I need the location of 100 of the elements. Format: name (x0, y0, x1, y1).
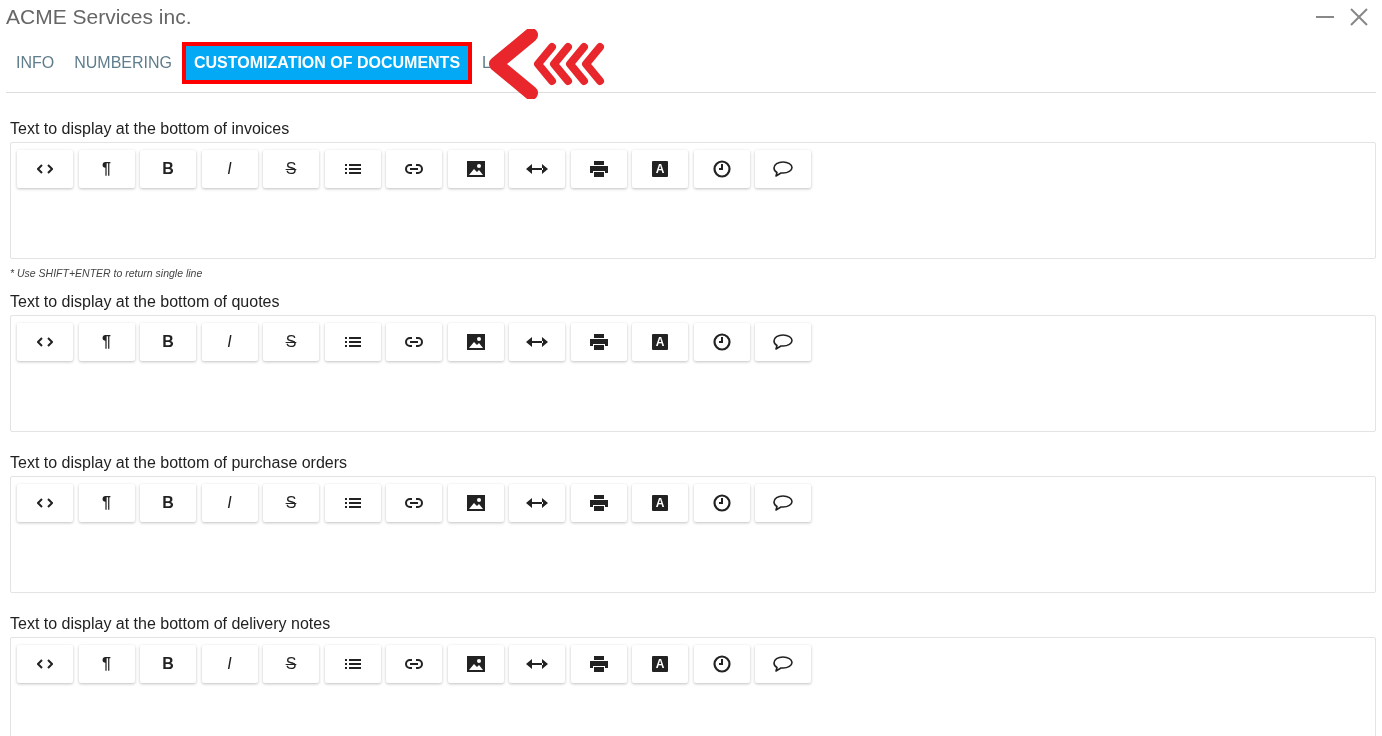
printer-icon (589, 161, 608, 177)
printer-icon (589, 334, 608, 350)
printer-icon (589, 656, 608, 672)
image-button[interactable] (447, 150, 504, 188)
list-icon (344, 163, 361, 175)
image-button[interactable] (447, 484, 504, 522)
printer-icon (589, 495, 608, 511)
format-button[interactable]: ¶ (78, 150, 135, 188)
list-button[interactable] (324, 150, 381, 188)
print-button[interactable] (570, 150, 627, 188)
width-button[interactable] (509, 150, 565, 188)
link-icon (405, 498, 423, 508)
comment-button[interactable] (755, 150, 811, 188)
text-editor[interactable]: ¶ B I S A (10, 476, 1376, 593)
editor-label: Text to display at the bottom of purchase orders (10, 454, 349, 472)
link-icon (405, 337, 423, 347)
width-arrows-icon (526, 337, 548, 347)
speech-bubble-icon (773, 161, 793, 177)
format-button[interactable]: B (140, 645, 196, 683)
font-icon: A (652, 656, 668, 672)
code-icon (37, 337, 53, 347)
code-button[interactable] (17, 484, 73, 522)
editor-label: Text to display at the bottom of delivery notes (10, 615, 332, 633)
print-button[interactable] (570, 645, 627, 683)
tab[interactable]: L (472, 48, 501, 78)
code-button[interactable] (17, 323, 73, 361)
print-button[interactable] (570, 484, 627, 522)
clock-icon (712, 160, 731, 178)
italic-button[interactable]: I (201, 323, 258, 361)
image-button[interactable] (447, 645, 504, 683)
text-editor[interactable]: ¶ B I S A (10, 637, 1376, 736)
format-button[interactable]: ¶ (78, 484, 135, 522)
comment-button[interactable] (755, 484, 811, 522)
comment-button[interactable] (755, 645, 811, 683)
code-button[interactable] (17, 150, 73, 188)
time-button[interactable] (693, 323, 750, 361)
width-button[interactable] (509, 323, 565, 361)
width-arrows-icon (526, 164, 548, 174)
tab[interactable]: INFO (6, 48, 65, 78)
list-button[interactable] (324, 645, 381, 683)
image-icon (466, 495, 485, 511)
close-icon[interactable] (1350, 8, 1368, 26)
font-button[interactable]: A (632, 484, 688, 522)
minimize-icon[interactable] (1316, 15, 1334, 19)
width-button[interactable] (509, 484, 565, 522)
time-button[interactable] (693, 645, 750, 683)
italic-button[interactable]: I (201, 484, 258, 522)
clock-icon (712, 333, 731, 351)
font-icon: A (652, 161, 668, 177)
speech-bubble-icon (773, 334, 793, 350)
code-button[interactable] (17, 645, 73, 683)
clock-icon (712, 655, 731, 673)
editor-label: Text to display at the bottom of invoices (10, 120, 291, 138)
format-button[interactable]: B (140, 150, 196, 188)
text-editor[interactable]: ¶ B I S A (10, 142, 1376, 259)
hint-text: * Use SHIFT+ENTER to return single line (10, 267, 204, 279)
link-icon (405, 659, 423, 669)
font-icon: A (652, 495, 668, 511)
width-arrows-icon (526, 498, 548, 508)
strikethrough-button[interactable]: S (263, 323, 319, 361)
format-button[interactable]: ¶ (78, 645, 135, 683)
text-editor[interactable]: ¶ B I S A (10, 315, 1376, 432)
image-icon (466, 656, 485, 672)
code-icon (37, 498, 53, 508)
code-icon (37, 659, 53, 669)
comment-button[interactable] (755, 323, 811, 361)
speech-bubble-icon (773, 656, 793, 672)
clock-icon (712, 494, 731, 512)
list-icon (344, 336, 361, 348)
editor-label: Text to display at the bottom of quotes (10, 293, 281, 311)
image-icon (466, 161, 485, 177)
list-button[interactable] (324, 323, 381, 361)
link-button[interactable] (386, 645, 442, 683)
strikethrough-button[interactable]: S (263, 150, 319, 188)
italic-button[interactable]: I (201, 150, 258, 188)
format-button[interactable]: B (140, 323, 196, 361)
speech-bubble-icon (773, 495, 793, 511)
width-arrows-icon (526, 659, 548, 669)
link-button[interactable] (386, 484, 442, 522)
font-button[interactable]: A (632, 150, 688, 188)
link-button[interactable] (386, 323, 442, 361)
italic-button[interactable]: I (201, 645, 258, 683)
tab[interactable]: NUMBERING (64, 48, 182, 78)
time-button[interactable] (693, 484, 750, 522)
format-button[interactable]: B (140, 484, 196, 522)
width-button[interactable] (509, 645, 565, 683)
list-button[interactable] (324, 484, 381, 522)
font-button[interactable]: A (632, 323, 688, 361)
image-icon (466, 334, 485, 350)
strikethrough-button[interactable]: S (263, 484, 319, 522)
image-button[interactable] (447, 323, 504, 361)
link-button[interactable] (386, 150, 442, 188)
time-button[interactable] (693, 150, 750, 188)
list-icon (344, 658, 361, 670)
strikethrough-button[interactable]: S (263, 645, 319, 683)
format-button[interactable]: ¶ (78, 323, 135, 361)
code-icon (37, 164, 53, 174)
print-button[interactable] (570, 323, 627, 361)
window-title: ACME Services inc. (6, 5, 192, 29)
font-button[interactable]: A (632, 645, 688, 683)
